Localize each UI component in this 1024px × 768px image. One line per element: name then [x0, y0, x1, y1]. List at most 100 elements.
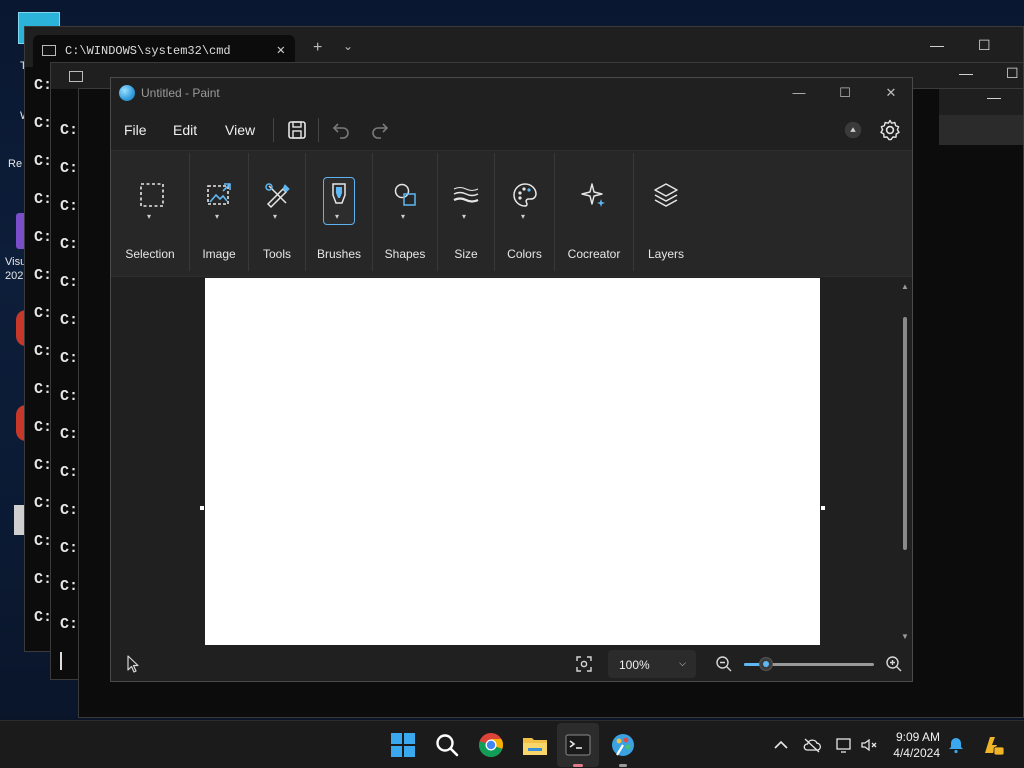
minimize-button[interactable]: —: [784, 82, 814, 104]
notification-bell-icon[interactable]: [946, 735, 966, 755]
drawing-canvas[interactable]: [205, 278, 820, 645]
ribbon-tools[interactable]: ▾ Tools: [249, 151, 305, 278]
paint-window[interactable]: Untitled - Paint — ☐ ✕ File Edit View ▾ …: [110, 77, 913, 682]
redo-icon[interactable]: [368, 118, 392, 142]
menu-divider: [318, 118, 319, 142]
start-icon[interactable]: [389, 731, 417, 759]
close-button[interactable]: ✕: [876, 82, 906, 104]
cmd-icon: [69, 71, 83, 82]
paint-app-icon: [119, 85, 135, 101]
zoom-out-icon[interactable]: [715, 655, 733, 673]
clock-date: 4/4/2024: [893, 746, 940, 760]
ribbon-selection[interactable]: ▾ Selection: [111, 151, 189, 278]
ribbon-label: Image: [202, 247, 236, 261]
chevron-down-icon: ▾: [521, 212, 526, 221]
onedrive-icon[interactable]: [802, 735, 822, 755]
cmd-prompt: C:: [60, 122, 79, 139]
volume-muted-icon[interactable]: [859, 735, 879, 755]
copilot-icon[interactable]: [981, 733, 1005, 757]
cmd-tab-bar: —: [939, 89, 1023, 115]
cmd-prompt: C:: [60, 616, 79, 633]
minimize-button[interactable]: —: [987, 89, 1001, 105]
vertical-scrollbar[interactable]: ▲ ▼: [901, 282, 909, 642]
resize-handle-right[interactable]: [821, 506, 825, 510]
cmd-prompt: C:: [60, 540, 79, 557]
ribbon-shapes[interactable]: ▾ Shapes: [373, 151, 437, 278]
layers-icon: [654, 183, 678, 207]
scroll-down-icon[interactable]: ▼: [901, 632, 909, 641]
ribbon-label: Layers: [647, 247, 685, 261]
palette-icon: [513, 183, 537, 207]
ribbon-label: Brushes: [316, 247, 362, 261]
maximize-button[interactable]: ☐: [1006, 65, 1019, 82]
status-bar: 100% ⌵: [111, 647, 912, 681]
menu-edit[interactable]: Edit: [173, 122, 197, 138]
file-explorer-icon[interactable]: [521, 731, 549, 759]
ribbon-colors[interactable]: ▾ Colors: [495, 151, 554, 278]
gear-icon[interactable]: [878, 118, 902, 142]
network-icon[interactable]: [834, 735, 854, 755]
sparkle-icon: [581, 183, 605, 207]
taskbar: 9:09 AM 4/4/2024: [0, 720, 1024, 768]
chevron-down-icon: ▾: [335, 212, 340, 221]
save-icon[interactable]: [285, 118, 309, 142]
ribbon-size[interactable]: ▾ Size: [438, 151, 494, 278]
maximize-button[interactable]: ☐: [830, 82, 860, 104]
ribbon-brushes[interactable]: ▾ Brushes: [306, 151, 372, 278]
cmd-prompt: C:: [60, 198, 79, 215]
search-icon[interactable]: [433, 731, 461, 759]
account-icon[interactable]: [842, 119, 864, 141]
menu-view[interactable]: View: [225, 122, 255, 138]
title-bar[interactable]: Untitled - Paint — ☐ ✕: [111, 78, 912, 108]
ribbon-toolbar: ▾ Selection ▾ Image ▾ Tools ▾ Brushes ▾ …: [111, 150, 912, 277]
menu-divider: [273, 118, 274, 142]
ribbon-label: Selection: [125, 247, 175, 261]
desktop-app-icon[interactable]: [14, 505, 24, 535]
chevron-down-icon[interactable]: ⌄: [343, 39, 353, 53]
chrome-icon[interactable]: [477, 731, 505, 759]
cmd-prompt: C:: [60, 350, 79, 367]
resize-handle-left[interactable]: [200, 506, 204, 510]
minimize-button[interactable]: —: [930, 37, 944, 53]
new-tab-button[interactable]: +: [313, 39, 322, 57]
image-icon: [207, 183, 231, 205]
cmd-prompt: C:: [60, 464, 79, 481]
desktop-icon-label: 202: [5, 270, 24, 282]
cmd-icon: [42, 45, 56, 56]
close-icon[interactable]: ✕: [277, 42, 285, 59]
cmd-prompt: C:: [60, 274, 79, 291]
text-cursor: [60, 652, 62, 670]
cmd-prompt: C:: [60, 578, 79, 595]
zoom-level-select[interactable]: 100% ⌵: [608, 650, 696, 678]
maximize-button[interactable]: ☐: [978, 37, 991, 54]
scrollbar-thumb[interactable]: [903, 317, 907, 550]
canvas-area[interactable]: ▲ ▼: [111, 278, 912, 648]
window-title: Untitled - Paint: [141, 86, 220, 100]
minimize-button[interactable]: —: [959, 65, 973, 81]
cmd-prompt: C:: [60, 502, 79, 519]
open-app-indicator: [619, 764, 627, 767]
terminal-icon[interactable]: [564, 731, 592, 759]
chevron-down-icon: ▾: [462, 212, 467, 221]
selection-icon: [140, 183, 164, 207]
fit-to-window-icon[interactable]: [575, 655, 593, 673]
clock[interactable]: 9:09 AM 4/4/2024: [893, 729, 940, 761]
paint-icon[interactable]: [609, 731, 637, 759]
zoom-slider-thumb[interactable]: [759, 657, 773, 671]
menu-file[interactable]: File: [124, 122, 147, 138]
cmd-tab-title: C:\WINDOWS\system32\cmd: [65, 44, 231, 58]
scroll-up-icon[interactable]: ▲: [901, 282, 909, 291]
cmd-prompt: C:: [60, 312, 79, 329]
ribbon-image[interactable]: ▾ Image: [190, 151, 248, 278]
chevron-down-icon: ▾: [147, 212, 152, 221]
chevron-up-icon[interactable]: [771, 735, 791, 755]
zoom-in-icon[interactable]: [885, 655, 903, 673]
zoom-level-value: 100%: [619, 658, 650, 672]
cmd-prompt: C:: [60, 160, 79, 177]
ribbon-layers[interactable]: Layers: [634, 151, 698, 278]
ribbon-cocreator[interactable]: Cocreator: [555, 151, 633, 278]
chevron-down-icon: ▾: [215, 212, 220, 221]
undo-icon[interactable]: [329, 118, 353, 142]
size-icon: [453, 187, 479, 203]
cmd-prompt: C:: [60, 426, 79, 443]
